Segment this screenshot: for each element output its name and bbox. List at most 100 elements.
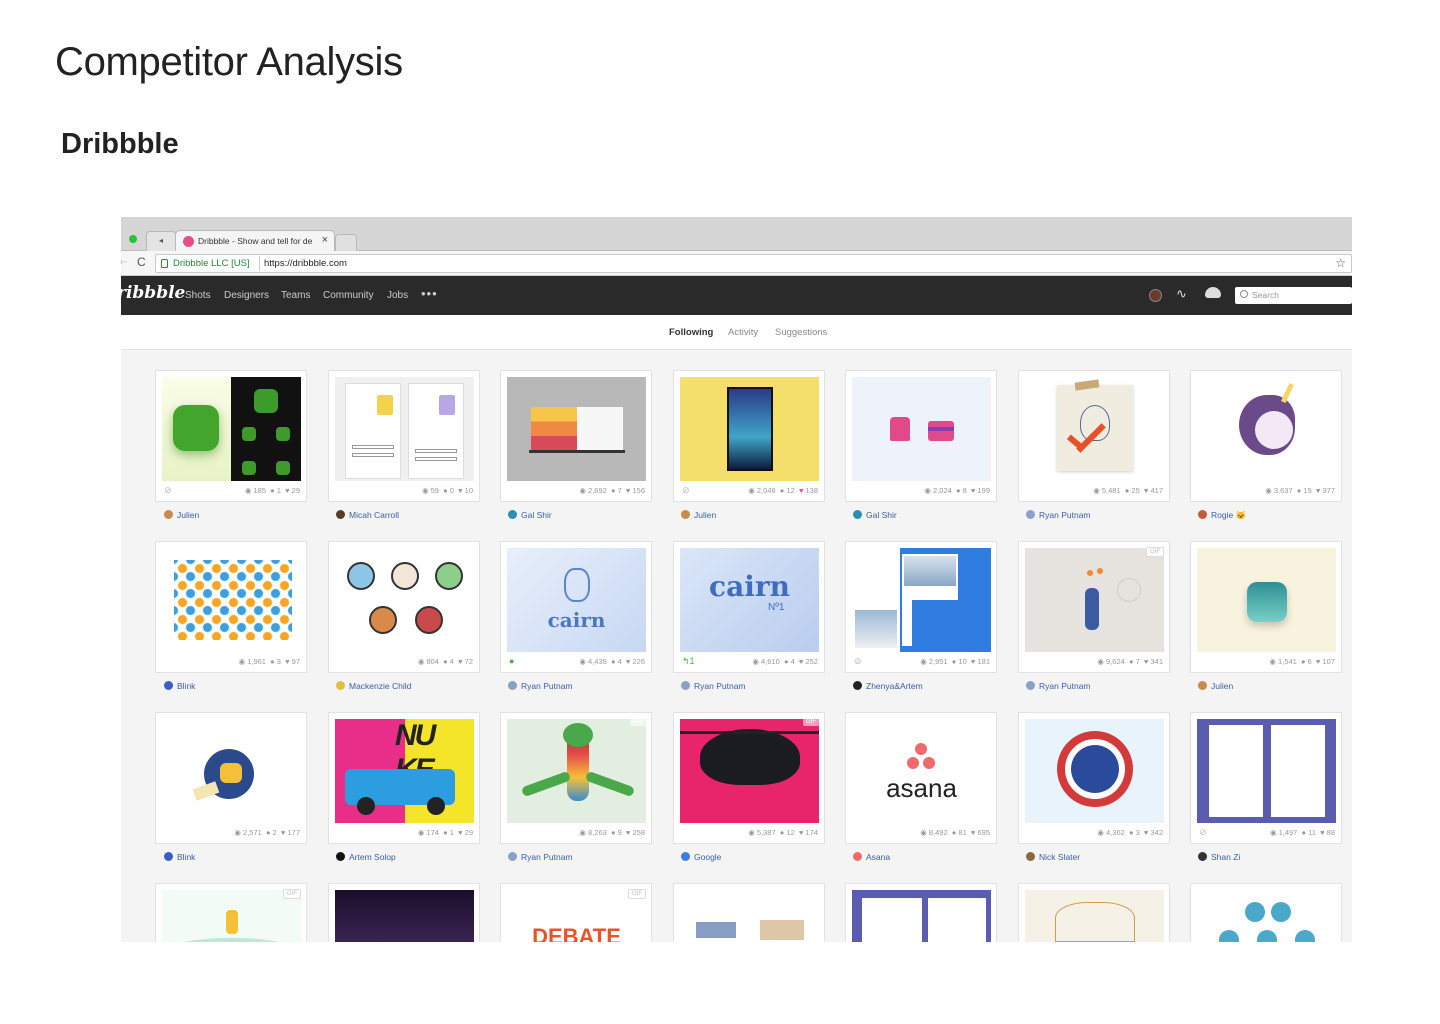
shot-author[interactable]: Blink: [164, 681, 195, 691]
shot-card[interactable]: ◉ 5,481 ● 25 ♥ 417: [1018, 370, 1170, 502]
shot-author[interactable]: Ryan Putnam: [681, 681, 746, 691]
shot-author[interactable]: Ryan Putnam: [508, 852, 573, 862]
shot-card[interactable]: ◉ 2,692 ● 7 ♥ 156: [500, 370, 652, 502]
shot-card[interactable]: ◉ 59 ● 0 ♥ 10: [328, 370, 480, 502]
shot-thumbnail[interactable]: [335, 377, 474, 481]
shot-author[interactable]: Asana: [853, 852, 890, 862]
shot-card[interactable]: NU KE ◉ 174 ● 1 ♥ 29: [328, 712, 480, 844]
shot-thumbnail[interactable]: [1025, 548, 1164, 652]
search-input[interactable]: Search: [1235, 287, 1352, 304]
shot-author[interactable]: Nick Slater: [1026, 852, 1080, 862]
shot-author[interactable]: Artem Solop: [336, 852, 396, 862]
shot-card[interactable]: ◉ 1,541 ● 6 ♥ 107: [1190, 541, 1342, 673]
shot-card[interactable]: ⊘ ◉ 185 ● 1 ♥ 29: [155, 370, 307, 502]
shot-card[interactable]: ◉ 2,024 ● 8 ♥ 199: [845, 370, 997, 502]
shot-card[interactable]: GIF ◉ 9,624 ● 7 ♥ 341: [1018, 541, 1170, 673]
shot-thumbnail[interactable]: cairn Nº1: [680, 548, 819, 652]
shot-thumbnail[interactable]: [1197, 377, 1336, 481]
dribbble-logo[interactable]: ribbble: [121, 283, 185, 303]
back-arrow-icon[interactable]: ⇠: [121, 257, 127, 268]
tab-back-button[interactable]: ◂: [146, 231, 176, 251]
user-avatar[interactable]: [1149, 289, 1162, 302]
shot-thumbnail[interactable]: [335, 548, 474, 652]
shot-card[interactable]: cairn Nº1 ↰1 ◉ 4,610 ● 4 ♥ 252: [673, 541, 825, 673]
shot-card[interactable]: GIF: [155, 883, 307, 942]
shot-author[interactable]: Gal Shir: [853, 510, 897, 520]
shot-card[interactable]: [328, 883, 480, 942]
nav-teams[interactable]: Teams: [281, 290, 310, 301]
shot-thumbnail[interactable]: [162, 548, 301, 652]
shot-author[interactable]: Gal Shir: [508, 510, 552, 520]
shot-thumbnail[interactable]: [852, 377, 991, 481]
shot-card[interactable]: asana ◉ 8,492 ● 81 ♥ 695: [845, 712, 997, 844]
shot-thumbnail[interactable]: [680, 719, 819, 823]
browser-tab[interactable]: Dribbble - Show and tell for de ×: [175, 230, 335, 252]
shot-card[interactable]: ◉ 2,571 ● 2 ♥ 177: [155, 712, 307, 844]
shot-card[interactable]: cairn ● ◉ 4,439 ● 4 ♥ 226: [500, 541, 652, 673]
shot-author[interactable]: Micah Carroll: [336, 510, 399, 520]
upload-cloud-icon[interactable]: [1205, 287, 1221, 298]
tab-following[interactable]: Following: [669, 327, 713, 338]
shot-author[interactable]: Shan Zi: [1198, 852, 1240, 862]
bookmark-star-icon[interactable]: ☆: [1335, 256, 1346, 270]
shot-author[interactable]: Julien: [164, 510, 199, 520]
tab-close-icon[interactable]: ×: [322, 234, 328, 246]
shot-thumbnail[interactable]: [335, 890, 474, 942]
shot-thumbnail[interactable]: [852, 548, 991, 652]
shot-thumbnail[interactable]: [162, 377, 301, 481]
shot-author[interactable]: Zhenya&Artem: [853, 681, 923, 691]
nav-jobs[interactable]: Jobs: [387, 290, 408, 301]
nav-shots[interactable]: Shots: [185, 290, 211, 301]
shot-thumbnail[interactable]: [162, 890, 301, 942]
shot-card[interactable]: ◉ 3,637 ● 15 ♥ 377: [1190, 370, 1342, 502]
shot-thumbnail[interactable]: [680, 890, 819, 942]
shot-thumbnail[interactable]: [1025, 719, 1164, 823]
shot-card[interactable]: [1190, 883, 1342, 942]
new-tab-button[interactable]: [335, 234, 357, 251]
shot-card[interactable]: ◉ 804 ● 4 ♥ 72: [328, 541, 480, 673]
shot-card[interactable]: ◉ 4,362 ● 3 ♥ 342: [1018, 712, 1170, 844]
shot-author[interactable]: Julien: [1198, 681, 1233, 691]
shot-card[interactable]: ⊘ ◉ 2,951 ● 10 ♥ 181: [845, 541, 997, 673]
nav-designers[interactable]: Designers: [224, 290, 269, 301]
shot-thumbnail[interactable]: cairn: [507, 548, 646, 652]
tab-activity[interactable]: Activity: [728, 327, 758, 338]
shot-author[interactable]: Julien: [681, 510, 716, 520]
shot-card[interactable]: GIF ◉ 5,387 ● 12 ♥ 174: [673, 712, 825, 844]
shot-author[interactable]: Google: [681, 852, 721, 862]
shot-thumbnail[interactable]: [1197, 548, 1336, 652]
shot-author[interactable]: Mackenzie Child: [336, 681, 411, 691]
shot-thumbnail[interactable]: [1025, 890, 1164, 942]
shot-thumbnail[interactable]: [507, 719, 646, 823]
tab-suggestions[interactable]: Suggestions: [775, 327, 827, 338]
shot-author[interactable]: Blink: [164, 852, 195, 862]
shot-thumbnail[interactable]: NU KE: [335, 719, 474, 823]
shot-card[interactable]: [1018, 883, 1170, 942]
shot-author[interactable]: Ryan Putnam: [1026, 510, 1091, 520]
shot-card[interactable]: DEBATE GIF: [500, 883, 652, 942]
more-menu-icon[interactable]: •••: [421, 286, 438, 301]
url-field[interactable]: Dribbble LLC [US] https://dribbble.com ☆: [155, 254, 1352, 273]
shot-card[interactable]: ⊘ ◉ 2,048 ● 12 ♥ 138: [673, 370, 825, 502]
activity-icon[interactable]: ∿: [1176, 286, 1187, 302]
shot-thumbnail[interactable]: [1197, 890, 1336, 942]
shot-card[interactable]: [845, 883, 997, 942]
reload-icon[interactable]: C: [137, 255, 146, 269]
shot-card[interactable]: [673, 883, 825, 942]
shot-card[interactable]: ◉ 1,961 ● 3 ♥ 97: [155, 541, 307, 673]
nav-community[interactable]: Community: [323, 290, 374, 301]
shot-thumbnail[interactable]: DEBATE: [507, 890, 646, 942]
shot-card[interactable]: GIF ◉ 8,263 ● 9 ♥ 258: [500, 712, 652, 844]
shot-thumbnail[interactable]: [1197, 719, 1336, 823]
shot-thumbnail[interactable]: [162, 719, 301, 823]
shot-thumbnail[interactable]: [680, 377, 819, 481]
shot-author[interactable]: Ryan Putnam: [508, 681, 573, 691]
shot-thumbnail[interactable]: [507, 377, 646, 481]
shot-thumbnail[interactable]: [852, 890, 991, 942]
window-zoom-dot[interactable]: [129, 235, 137, 243]
shot-thumbnail[interactable]: asana: [852, 719, 991, 823]
shot-author[interactable]: Rogie 🐱: [1198, 510, 1246, 521]
shot-card[interactable]: ⊘ ◉ 1,497 ● 11 ♥ 88: [1190, 712, 1342, 844]
shot-author[interactable]: Ryan Putnam: [1026, 681, 1091, 691]
shot-thumbnail[interactable]: [1025, 377, 1164, 481]
